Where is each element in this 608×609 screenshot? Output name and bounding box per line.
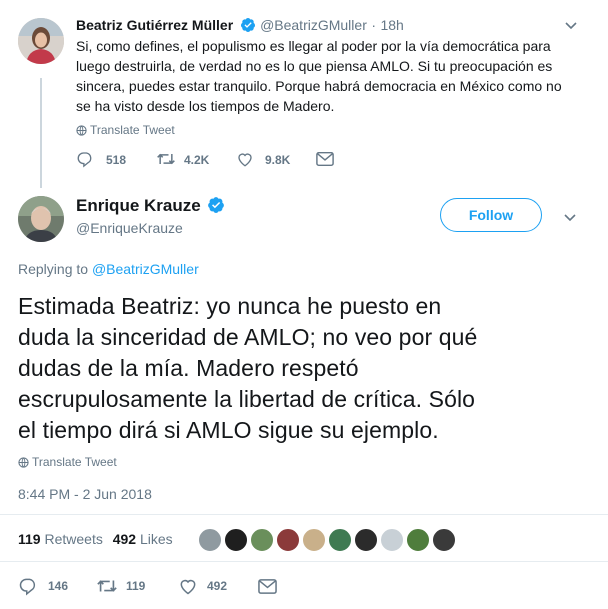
reply-tweet-actions: 518 4.2K 9.8K — [76, 150, 356, 170]
reply-translate-link[interactable]: Translate Tweet — [76, 123, 175, 137]
liker-avatar[interactable] — [302, 528, 326, 552]
like-count: 492 — [207, 579, 228, 593]
thread-line — [40, 78, 42, 188]
retweets-stat-label: Retweets — [44, 531, 103, 547]
globe-icon — [18, 457, 29, 468]
liker-avatar[interactable] — [224, 528, 248, 552]
retweet-icon[interactable] — [96, 576, 118, 596]
chevron-down-icon[interactable] — [564, 18, 578, 32]
main-text-line: duda la sinceridad de AMLO; no veo por q… — [18, 324, 478, 350]
main-text-line: dudas de la mía. Madero respetó — [18, 355, 359, 381]
heart-icon[interactable] — [236, 150, 254, 168]
replying-to-handle[interactable]: @BeatrizGMuller — [92, 261, 199, 277]
reply-count: 518 — [106, 153, 127, 167]
likes-stat-count: 492 — [112, 531, 137, 547]
divider-bottom — [0, 561, 608, 562]
globe-icon — [76, 125, 87, 136]
liker-avatar[interactable] — [198, 528, 222, 552]
main-text-line: el tiempo dirá si AMLO sigue su ejemplo. — [18, 417, 439, 443]
retweets-stat[interactable]: 119 Retweets — [18, 531, 107, 547]
heart-icon[interactable] — [178, 576, 198, 596]
avatar-beatriz[interactable] — [18, 18, 64, 64]
main-author-name[interactable]: Enrique Krauze — [76, 196, 201, 215]
reply-author-name[interactable]: Beatriz Gutiérrez Müller — [76, 17, 233, 33]
like-count: 9.8K — [265, 153, 291, 167]
main-tweet-text: Estimada Beatriz: yo nunca he puesto en … — [18, 291, 603, 446]
main-translate-link[interactable]: Translate Tweet — [18, 455, 117, 469]
main-tweet-actions: 146 119 492 — [18, 576, 298, 596]
reply-text-line: Si, como defines, el populismo es llegar… — [76, 38, 551, 54]
liker-avatar[interactable] — [276, 528, 300, 552]
reply-translate-label: Translate Tweet — [90, 123, 175, 137]
liker-avatar[interactable] — [250, 528, 274, 552]
reply-icon[interactable] — [76, 150, 94, 168]
reply-tweet-text: Si, como defines, el populismo es llegar… — [76, 36, 596, 116]
reply-text-line: sincera, puedes estar tranquilo. Porque … — [76, 78, 562, 94]
follow-button[interactable]: Follow — [440, 198, 542, 232]
liker-avatar[interactable] — [354, 528, 378, 552]
tweet-stats: 119 Retweets 492 Likes — [18, 531, 173, 547]
verified-badge-icon — [207, 196, 225, 214]
direct-message-icon[interactable] — [258, 578, 277, 595]
liker-avatar[interactable] — [328, 528, 352, 552]
verified-badge-icon — [240, 17, 256, 33]
main-translate-label: Translate Tweet — [32, 455, 117, 469]
likes-stat-label: Likes — [139, 531, 173, 547]
main-text-line: Estimada Beatriz: yo nunca he puesto en — [18, 293, 442, 319]
reply-text-line: luego destruirla, de verdad no es lo que… — [76, 58, 553, 74]
main-tweet-header: Enrique Krauze — [76, 196, 225, 216]
reply-icon[interactable] — [18, 576, 38, 596]
reply-time[interactable]: 18h — [380, 17, 403, 33]
reply-author-handle[interactable]: @BeatrizGMuller — [260, 17, 367, 33]
tweet-timestamp[interactable]: 8:44 PM - 2 Jun 2018 — [18, 486, 152, 502]
retweet-icon[interactable] — [156, 150, 176, 168]
replying-to: Replying to @BeatrizGMuller — [18, 261, 199, 277]
avatar-enrique[interactable] — [18, 196, 64, 242]
reply-tweet-header: Beatriz Gutiérrez Müller @BeatrizGMuller… — [76, 17, 404, 35]
chevron-down-icon[interactable] — [563, 210, 577, 224]
direct-message-icon[interactable] — [316, 151, 334, 167]
main-text-line: escrupulosamente la libertad de crítica.… — [18, 386, 476, 412]
replying-to-label: Replying to — [18, 261, 89, 277]
reply-count: 146 — [48, 579, 69, 593]
divider-top — [0, 514, 608, 515]
reply-text-line: se ha visto desde los tiempos de Madero. — [76, 98, 335, 114]
retweets-stat-count: 119 — [18, 531, 41, 547]
retweet-count: 4.2K — [184, 153, 210, 167]
liker-avatar[interactable] — [380, 528, 404, 552]
liker-avatar[interactable] — [432, 528, 456, 552]
liker-avatar[interactable] — [406, 528, 430, 552]
retweet-count: 119 — [126, 579, 146, 593]
main-author-handle[interactable]: @EnriqueKrauze — [76, 220, 183, 236]
reply-separator: · — [371, 17, 376, 33]
likes-stat[interactable]: 492 Likes — [113, 531, 173, 547]
